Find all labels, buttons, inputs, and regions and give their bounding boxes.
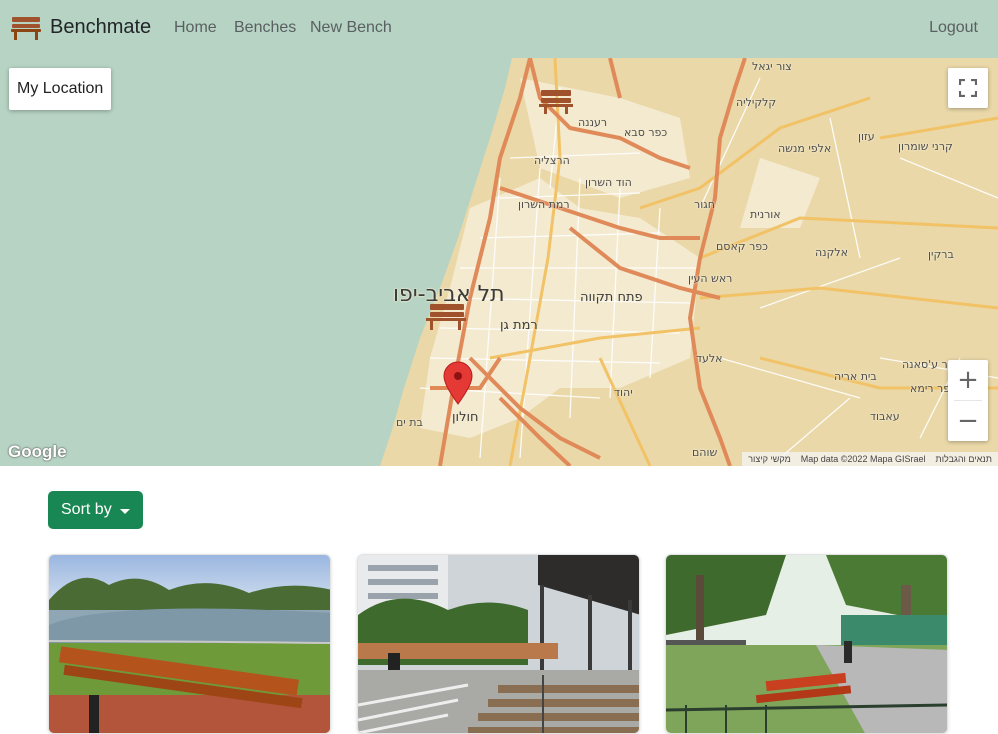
brand-link[interactable]: Benchmate (10, 14, 151, 40)
fullscreen-button[interactable] (948, 68, 988, 108)
place-label: צור יגאל (752, 60, 792, 73)
place-label: בת ים (396, 416, 423, 429)
google-logo: Google (8, 442, 67, 461)
nav-benches-link[interactable]: Benches (234, 19, 296, 37)
place-label: ראש העין (688, 272, 733, 285)
place-label: רעננה (578, 116, 608, 129)
bench-card[interactable] (357, 554, 640, 734)
place-label: רמת השרון (518, 198, 570, 211)
map-data-text: Map data ©2022 Mapa GISrael (800, 454, 926, 464)
place-label: ברקין (928, 248, 954, 261)
place-label: יהוד (614, 386, 633, 399)
place-label: בית אריה (834, 370, 877, 383)
place-label: אורנית (750, 208, 781, 221)
caret-down-icon (119, 508, 130, 514)
navbar: Benchmate Home Benches New Bench Logout (0, 0, 998, 58)
brand-name: Benchmate (50, 15, 152, 38)
logout-link[interactable]: Logout (929, 19, 978, 37)
zoom-out-button[interactable]: − (948, 401, 988, 441)
map-canvas (0, 58, 998, 466)
sort-by-dropdown[interactable]: Sort by (48, 491, 143, 529)
place-label: הרצליה (534, 154, 570, 167)
my-location-button[interactable]: My Location (9, 68, 112, 110)
place-label: רמת גן (500, 318, 538, 333)
place-label: הוד השרון (585, 176, 632, 189)
place-label: אלפי מנשה (778, 142, 832, 155)
place-label: פתח תקווה (580, 290, 643, 305)
sort-by-label: Sort by (61, 501, 112, 518)
place-label: עזון (858, 130, 875, 143)
place-label: חולון (452, 410, 479, 425)
place-label: קרני שומרון (898, 140, 953, 153)
bench-photo-plaza-steps (358, 555, 639, 733)
zoom-controls: + − (948, 360, 988, 441)
place-label: כפר סבא (624, 126, 668, 139)
shortcuts-link[interactable]: מקשי קיצור (748, 452, 791, 466)
bench-photo-lake-park (49, 555, 330, 733)
nav-home-link[interactable]: Home (174, 19, 217, 37)
place-label: שוהם (692, 446, 718, 459)
fullscreen-icon (959, 79, 977, 97)
map-attribution: מקשי קיצור Map data ©2022 Mapa GISrael ת… (742, 452, 998, 466)
place-label: אלעד (696, 352, 723, 365)
place-label: קלקיליה (736, 96, 777, 109)
terms-link[interactable]: תנאים והגבלות (935, 452, 992, 466)
map[interactable]: צור יגאל קלקיליה רעננה כפר סבא עזון אלפי… (0, 58, 998, 466)
place-label-tel-aviv: תל אביב-יפו (393, 282, 505, 307)
nav-new-bench-link[interactable]: New Bench (310, 19, 392, 37)
bench-card[interactable] (48, 554, 331, 734)
place-label: אלקנה (815, 246, 848, 259)
bench-photo-boulevard (666, 555, 947, 733)
place-label: עאבוד (870, 410, 900, 423)
bench-icon (11, 17, 41, 40)
zoom-in-button[interactable]: + (948, 360, 988, 400)
bench-card[interactable] (665, 554, 948, 734)
place-label: כפר קאסם (716, 240, 768, 253)
place-label: חגור (694, 198, 715, 211)
